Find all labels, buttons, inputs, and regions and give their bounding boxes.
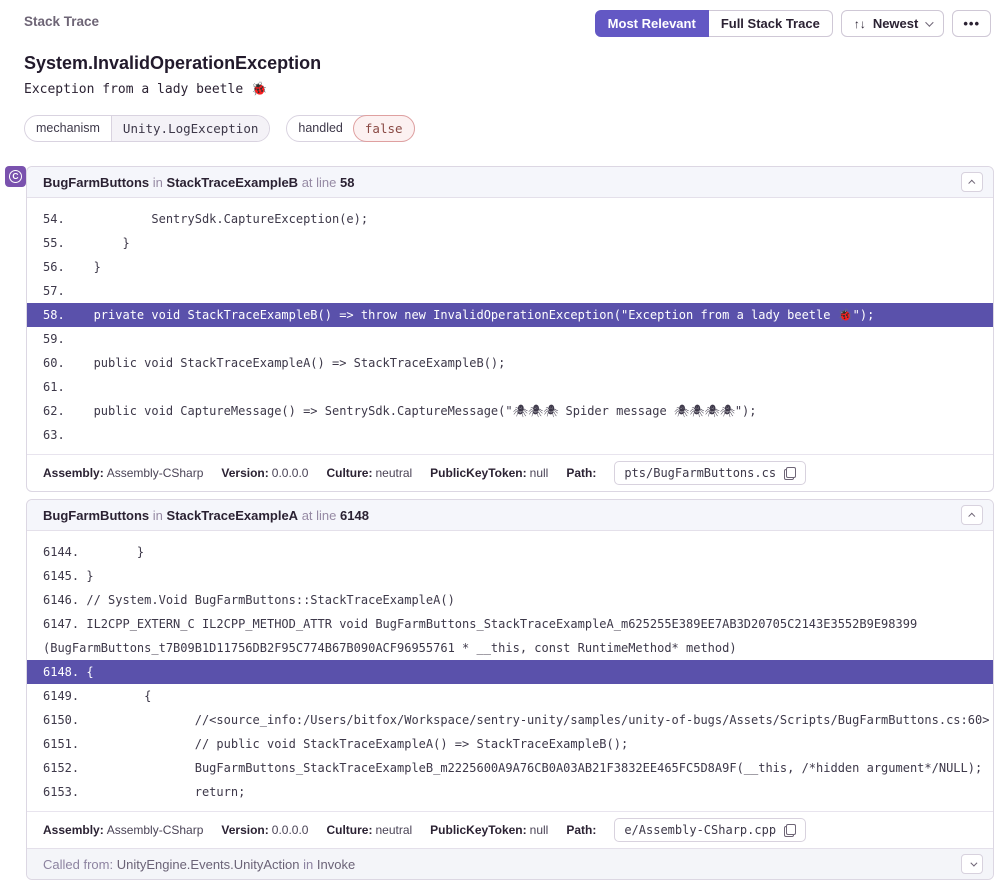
code-line: 6146. // System.Void BugFarmButtons::Sta… <box>27 588 993 612</box>
chevron-down-icon <box>970 859 977 866</box>
assembly-field: Culture:neutral <box>326 823 412 837</box>
copy-icon[interactable] <box>784 824 796 837</box>
tag-value: Unity.LogException <box>111 116 269 141</box>
frame-function: StackTraceExampleB <box>167 175 299 190</box>
chevron-up-icon <box>968 512 975 519</box>
exception-type-title: System.InvalidOperationException <box>24 53 999 74</box>
code-line: 57. <box>27 279 993 303</box>
copy-icon[interactable] <box>784 467 796 480</box>
tag-key: handled <box>287 116 354 141</box>
code-context: 6144. }6145. }6146. // System.Void BugFa… <box>27 531 993 811</box>
frame-function: StackTraceExampleA <box>167 508 299 523</box>
sort-dropdown-label: Newest <box>873 16 919 31</box>
code-line: 60. public void StackTraceExampleA() => … <box>27 351 993 375</box>
code-line: 6147. IL2CPP_EXTERN_C IL2CPP_METHOD_ATTR… <box>27 612 993 660</box>
assembly-info-row: Assembly:Assembly-CSharp Version:0.0.0.0 C… <box>27 811 993 848</box>
chevron-down-icon <box>926 18 934 26</box>
code-line: 6151. // public void StackTraceExampleA(… <box>27 732 993 756</box>
source-path-text: e/Assembly-CSharp.cpp <box>624 823 776 837</box>
frame-at-line-words: at line <box>302 175 337 190</box>
stack-frame-panel-a: BugFarmButtons in StackTraceExampleA at … <box>26 499 994 880</box>
source-path-box: pts/BugFarmButtons.cs <box>614 461 806 485</box>
exception-message: Exception from a lady beetle 🐞 <box>24 82 999 97</box>
code-line: 56. } <box>27 255 993 279</box>
frame-module: BugFarmButtons <box>43 175 149 190</box>
tag-value: false <box>353 115 415 142</box>
code-line: 59. <box>27 327 993 351</box>
code-line: 6145. } <box>27 564 993 588</box>
frame-header[interactable]: BugFarmButtons in StackTraceExampleA at … <box>27 500 993 531</box>
assembly-field: Version:0.0.0.0 <box>221 823 308 837</box>
csharp-icon-letter: C <box>9 170 22 183</box>
code-line: 63. <box>27 423 993 447</box>
stack-frame-panel-b: C BugFarmButtons in StackTraceExampleB a… <box>26 166 994 492</box>
code-line: 62. public void CaptureMessage() => Sent… <box>27 399 993 423</box>
tag-key: mechanism <box>25 116 111 141</box>
frame-title: BugFarmButtons in StackTraceExampleB at … <box>43 175 355 190</box>
called-from-text: Called from: UnityEngine.Events.UnityAct… <box>43 857 355 872</box>
called-from-function: Invoke <box>317 857 355 872</box>
collapse-frame-button[interactable] <box>961 172 983 192</box>
path-label: Path: <box>566 823 596 837</box>
frame-line-number: 6148 <box>340 508 369 523</box>
path-field: Path: e/Assembly-CSharp.cpp <box>566 818 806 842</box>
frame-in-word: in <box>153 175 163 190</box>
code-line: 6152. BugFarmButtons_StackTraceExampleB_… <box>27 756 993 780</box>
code-line: 58. private void StackTraceExampleB() =>… <box>27 303 993 327</box>
csharp-platform-icon: C <box>5 166 26 187</box>
section-title: Stack Trace <box>24 10 99 29</box>
assembly-field: Assembly:Assembly-CSharp <box>43 466 203 480</box>
assembly-field: PublicKeyToken:null <box>430 466 548 480</box>
frame-line-number: 58 <box>340 175 354 190</box>
toolbar: Most Relevant Full Stack Trace ↑↓ Newest… <box>595 10 991 37</box>
collapse-frame-button[interactable] <box>961 505 983 525</box>
assembly-field: Culture:neutral <box>326 466 412 480</box>
path-label: Path: <box>566 466 596 480</box>
frame-at-line-words: at line <box>302 508 337 523</box>
assembly-field: Assembly:Assembly-CSharp <box>43 823 203 837</box>
code-line: 6150. //<source_info:/Users/bitfox/Works… <box>27 708 993 732</box>
tag-pills: mechanism Unity.LogException handled fal… <box>24 115 999 142</box>
assembly-field: PublicKeyToken:null <box>430 823 548 837</box>
code-line: 54. SentrySdk.CaptureException(e); <box>27 207 993 231</box>
stack-trace-header: Stack Trace Most Relevant Full Stack Tra… <box>0 0 999 37</box>
most-relevant-button[interactable]: Most Relevant <box>595 10 709 37</box>
frame-header[interactable]: BugFarmButtons in StackTraceExampleB at … <box>27 167 993 198</box>
chevron-up-icon <box>968 179 975 186</box>
source-path-box: e/Assembly-CSharp.cpp <box>614 818 806 842</box>
assembly-fields: Assembly:Assembly-CSharp Version:0.0.0.0 C… <box>43 466 548 480</box>
sort-dropdown[interactable]: ↑↓ Newest <box>841 10 945 37</box>
code-line: 6153. return; <box>27 780 993 804</box>
assembly-info-row: Assembly:Assembly-CSharp Version:0.0.0.0 C… <box>27 454 993 491</box>
tag-pill[interactable]: handled false <box>286 115 414 142</box>
view-toggle: Most Relevant Full Stack Trace <box>595 10 833 37</box>
sort-arrows-icon: ↑↓ <box>854 17 866 31</box>
called-from-module: UnityEngine.Events.UnityAction <box>117 857 300 872</box>
assembly-field: Version:0.0.0.0 <box>221 466 308 480</box>
tag-pill[interactable]: mechanism Unity.LogException <box>24 115 270 142</box>
expand-called-from-button[interactable] <box>961 854 983 874</box>
code-line: 55. } <box>27 231 993 255</box>
called-from-bar[interactable]: Called from: UnityEngine.Events.UnityAct… <box>27 848 993 879</box>
code-context: 54. SentrySdk.CaptureException(e);55. }5… <box>27 198 993 454</box>
called-from-label: Called from: <box>43 857 113 872</box>
code-line: 61. <box>27 375 993 399</box>
path-field: Path: pts/BugFarmButtons.cs <box>566 461 806 485</box>
full-stack-trace-button[interactable]: Full Stack Trace <box>709 10 833 37</box>
code-line: 6149. { <box>27 684 993 708</box>
called-from-in-word: in <box>303 857 313 872</box>
source-path-text: pts/BugFarmButtons.cs <box>624 466 776 480</box>
code-line: 6148. { <box>27 660 993 684</box>
assembly-fields: Assembly:Assembly-CSharp Version:0.0.0.0 C… <box>43 823 548 837</box>
frame-title: BugFarmButtons in StackTraceExampleA at … <box>43 508 369 523</box>
more-options-button[interactable]: ••• <box>952 10 991 37</box>
frame-in-word: in <box>153 508 163 523</box>
frame-module: BugFarmButtons <box>43 508 149 523</box>
code-line: 6144. } <box>27 540 993 564</box>
